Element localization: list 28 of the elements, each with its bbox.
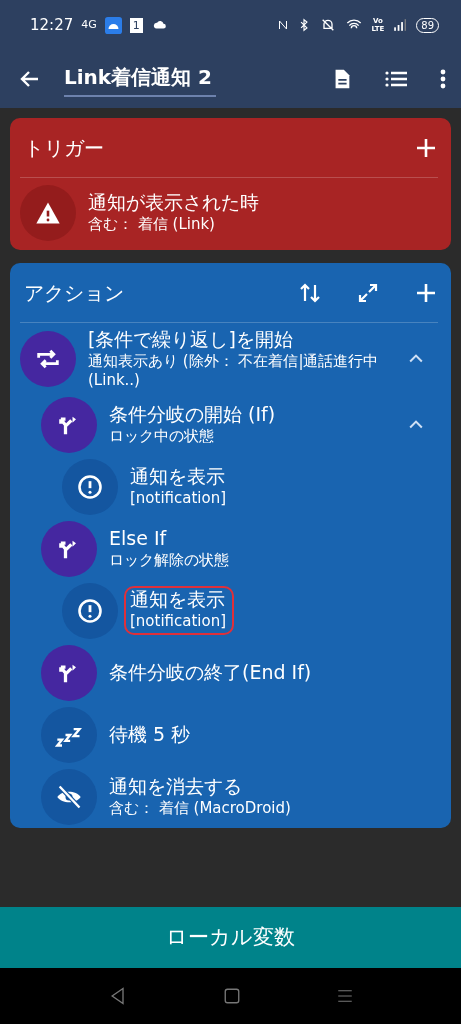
action-title[interactable]: 条件分岐の開始 (If)	[109, 403, 398, 427]
action-title[interactable]: 通知を消去する	[109, 775, 438, 799]
sim-badge: 1	[129, 17, 143, 33]
action-subtitle: 通知表示あり (除外： 不在着信|通話進行中 (Link..)	[88, 351, 380, 391]
action-subtitle: [notification]	[130, 488, 228, 509]
action-subtitle: ロック解除の状態	[109, 550, 230, 571]
recents-nav-icon	[335, 987, 354, 1005]
action-title[interactable]: [条件で繰り返し]を開始	[88, 328, 398, 352]
more-options-icon	[439, 67, 447, 91]
action-title[interactable]: 通知を表示	[130, 465, 438, 489]
clock-time: 12:27	[30, 14, 74, 36]
exclamation-icon	[76, 472, 104, 501]
exclamation-icon	[76, 596, 104, 625]
trigger-subtitle: 含む： 着信 (Link)	[88, 215, 216, 235]
signal-icon	[392, 18, 409, 32]
local-variables-button[interactable]: ローカル変数	[0, 907, 461, 968]
action-title[interactable]: 条件分岐の終了(End If)	[109, 660, 438, 685]
highlighted-action[interactable]: 通知を表示 [notification]	[126, 588, 233, 634]
action-subtitle: 含む： 着信 (MacroDroid)	[109, 798, 292, 819]
section-title: アクション	[24, 279, 124, 307]
home-nav-icon	[222, 987, 241, 1005]
network-type: 4G	[81, 16, 97, 33]
action-title[interactable]: Else If	[109, 527, 438, 551]
section-title: トリガー	[24, 134, 104, 162]
action-title[interactable]: 待機 5 秒	[109, 722, 438, 747]
trigger-title[interactable]: 通知が表示された時	[88, 191, 438, 216]
action-subtitle: ロック中の状態	[109, 426, 215, 447]
eye-off-icon	[55, 782, 83, 811]
